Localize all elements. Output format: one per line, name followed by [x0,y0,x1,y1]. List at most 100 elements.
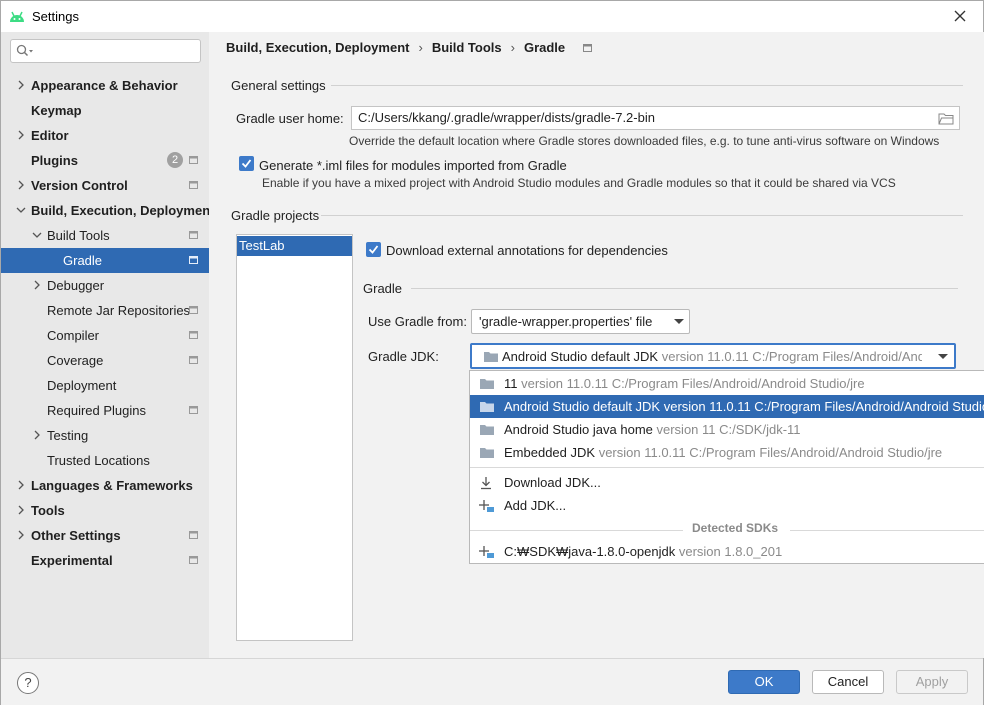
jdk-option-name: Embedded JDK [504,445,596,460]
generate-iml-checkbox[interactable] [239,156,254,171]
sidebar-item-editor[interactable]: Editor [1,123,209,148]
download-annotations-checkbox[interactable] [366,242,381,257]
project-level-icon [189,256,198,264]
sidebar-item-label: Experimental [31,553,113,568]
sidebar-item-label: Trusted Locations [47,453,150,468]
jdk-folder-icon [480,379,494,389]
search-input[interactable] [37,42,197,60]
jdk-option-name: 11 [504,376,518,391]
sidebar-item-label: Deployment [47,378,117,393]
sidebar-item-required-plugins[interactable]: Required Plugins [1,398,209,423]
close-icon[interactable] [950,6,970,26]
chevron-down-icon [674,319,684,324]
gradle-projects-title: Gradle projects [231,208,320,223]
sidebar-item-label: Tools [31,503,65,518]
jdk-folder-icon [480,425,494,435]
sidebar-item-appearance-behavior[interactable]: Appearance & Behavior [1,73,209,98]
breadcrumb-item[interactable]: Build, Execution, Deployment [226,40,409,55]
jdk-option-detail: version 11.0.11 C:/Program Files/Android… [598,445,943,460]
sidebar-item-label: Other Settings [31,528,121,543]
gradle-user-home-value: C:/Users/kkang/.gradle/wrapper/dists/gra… [358,110,655,125]
sidebar-item-experimental[interactable]: Experimental [1,548,209,573]
sidebar-item-plugins[interactable]: Plugins 2 [1,148,209,173]
detected-sdk-option[interactable]: C:₩SDK₩java-1.8.0-openjdk version 1.8.0_… [470,540,984,563]
sidebar-item-deployment[interactable]: Deployment [1,373,209,398]
sidebar-item-label: Required Plugins [47,403,147,418]
cancel-button[interactable]: Cancel [812,670,884,694]
sidebar-item-testing[interactable]: Testing [1,423,209,448]
sidebar-item-version-control[interactable]: Version Control [1,173,209,198]
ok-button[interactable]: OK [728,670,800,694]
plugins-update-badge: 2 [167,152,183,168]
use-gradle-from-combo[interactable]: 'gradle-wrapper.properties' file [471,309,690,334]
popup-separator [470,530,683,531]
breadcrumb-item: Gradle [523,40,566,55]
sidebar-item-label: Compiler [47,328,100,343]
jdk-option-detail: version 11.0.11 C:/Program Files/Android… [663,399,984,414]
gradle-jdk-combo[interactable]: Android Studio default JDK version 11.0.… [470,343,956,369]
jdk-option[interactable]: Embedded JDK version 11.0.11 C:/Program … [470,441,984,464]
chevron-right-icon[interactable] [16,130,26,140]
sidebar-item-build-execution-deployment[interactable]: Build, Execution, Deployment [1,198,214,223]
sidebar-item-label: Remote Jar Repositories [47,303,191,318]
sidebar-item-keymap[interactable]: Keymap [1,98,209,123]
sidebar-item-remote-jar-repositories[interactable]: Remote Jar Repositories [1,298,209,323]
project-level-icon [189,556,198,564]
project-level-icon [189,231,198,239]
sidebar-item-build-tools[interactable]: Build Tools [1,223,209,248]
add-jdk-icon [479,500,494,512]
chevron-right-icon[interactable] [16,480,26,490]
chevron-down-icon[interactable] [32,230,42,240]
jdk-option-selected[interactable]: Android Studio default JDK version 11.0.… [470,395,984,418]
chevron-right-icon[interactable] [16,530,26,540]
folder-icon[interactable] [938,112,954,125]
sidebar-item-compiler[interactable]: Compiler [1,323,209,348]
jdk-option[interactable]: 11 version 11.0.11 C:/Program Files/Andr… [470,372,984,395]
chevron-down-icon[interactable] [16,205,26,215]
breadcrumb-item[interactable]: Build Tools [432,40,502,55]
chevron-right-icon[interactable] [32,430,42,440]
sidebar-item-debugger[interactable]: Debugger [1,273,209,298]
gradle-project-list: TestLab [236,234,353,641]
apply-button[interactable]: Apply [896,670,968,694]
sidebar-item-label: Gradle [63,253,103,268]
sidebar-item-label: Appearance & Behavior [31,78,178,93]
sidebar-item-gradle[interactable]: Gradle [1,248,209,273]
chevron-right-icon[interactable] [16,180,26,190]
sidebar-item-label: Keymap [31,103,82,118]
jdk-value-detail: version 11.0.11 C:/Program Files/Android… [661,349,922,364]
sidebar-item-label: Build Tools [47,228,110,243]
settings-content: Build, Execution, Deployment › Build Tools… [209,32,984,658]
sidebar-item-trusted-locations[interactable]: Trusted Locations [1,448,209,473]
sidebar-item-coverage[interactable]: Coverage [1,348,209,373]
breadcrumb-separator: › [418,40,423,55]
jdk-option-name: Android Studio java home [504,422,653,437]
chevron-right-icon[interactable] [16,80,26,90]
jdk-option-detail: version 11 C:/SDK/jdk-11 [656,422,801,437]
download-jdk-option[interactable]: Download JDK... [470,471,984,494]
sidebar-item-tools[interactable]: Tools [1,498,209,523]
sidebar-item-languages-frameworks[interactable]: Languages & Frameworks [1,473,209,498]
sidebar-item-other-settings[interactable]: Other Settings [1,523,209,548]
search-field[interactable] [10,39,201,63]
help-button[interactable]: ? [17,672,39,694]
jdk-dropdown-popup: 11 version 11.0.11 C:/Program Files/Andr… [469,370,984,564]
download-jdk-label: Download JDK... [504,475,601,490]
section-divider [331,85,963,86]
section-divider [411,288,958,289]
chevron-right-icon[interactable] [16,505,26,515]
chevron-right-icon[interactable] [32,280,42,290]
sidebar-item-label: Version Control [31,178,128,193]
project-level-icon [189,331,198,339]
project-item-testlab[interactable]: TestLab [237,236,352,256]
checkmark-icon [241,159,252,168]
add-jdk-option[interactable]: Add JDK... [470,494,984,517]
jdk-option-name: Android Studio default JDK [504,399,661,414]
sidebar-item-label: Editor [31,128,69,143]
gradle-jdk-label: Gradle JDK: [368,349,439,364]
settings-sidebar: Appearance & Behavior Keymap Editor Plugins… [1,32,214,658]
jdk-option[interactable]: Android Studio java home version 11 C:/S… [470,418,984,441]
sidebar-item-label: Debugger [47,278,105,293]
gradle-user-home-field[interactable]: C:/Users/kkang/.gradle/wrapper/dists/gra… [351,106,960,130]
generate-iml-label: Generate *.iml files for modules importe… [259,158,567,173]
